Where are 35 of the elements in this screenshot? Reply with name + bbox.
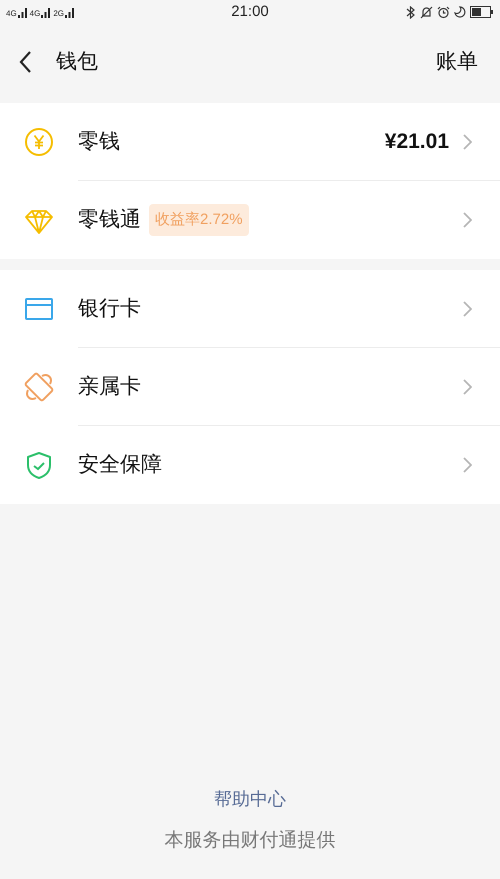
menu-row[interactable]: 零钱通 收益率2.72% [0, 181, 500, 259]
chevron-icon [463, 378, 472, 394]
muted-bell-icon [420, 6, 433, 18]
menu-label: 安全保障 [78, 452, 162, 478]
yen-coin-icon [22, 125, 56, 159]
alarm-icon [436, 6, 450, 18]
signal-icon [65, 6, 74, 18]
network-label: 4G [6, 10, 17, 18]
menu-label: 亲属卡 [78, 374, 141, 400]
yield-tag: 收益率2.72% [149, 204, 249, 236]
menu-label: 银行卡 [78, 296, 141, 322]
signal-icon [18, 6, 27, 18]
moon-icon [454, 6, 466, 18]
signal-icon [41, 6, 50, 18]
chevron-icon [463, 457, 472, 473]
menu-label: 零钱通 [78, 207, 141, 234]
clock-time: 21:00 [231, 2, 269, 22]
bill-button[interactable]: 账单 [436, 46, 478, 78]
chevron-icon [463, 134, 472, 150]
balance-amount: ¥21.01 [384, 128, 449, 155]
page-title: 钱包 [56, 49, 98, 76]
provider-note: 本服务由财付通提供 [164, 828, 336, 852]
network-label: 2G [53, 10, 64, 18]
menu-row[interactable]: 银行卡 [0, 270, 500, 348]
chevron-icon [463, 212, 472, 228]
menu-row[interactable]: 亲属卡 [0, 348, 500, 426]
network-label: 4G [30, 10, 40, 18]
battery-icon [470, 6, 494, 18]
menu-row[interactable]: 安全保障 [0, 426, 500, 504]
help-center-link[interactable]: 帮助中心 [214, 786, 286, 812]
menu-row[interactable]: 零钱 ¥21.01 [0, 103, 500, 181]
tilted-cards-icon [22, 370, 56, 404]
chevron-icon [463, 300, 472, 316]
bluetooth-icon [404, 6, 416, 18]
menu-label: 零钱 [78, 128, 120, 155]
